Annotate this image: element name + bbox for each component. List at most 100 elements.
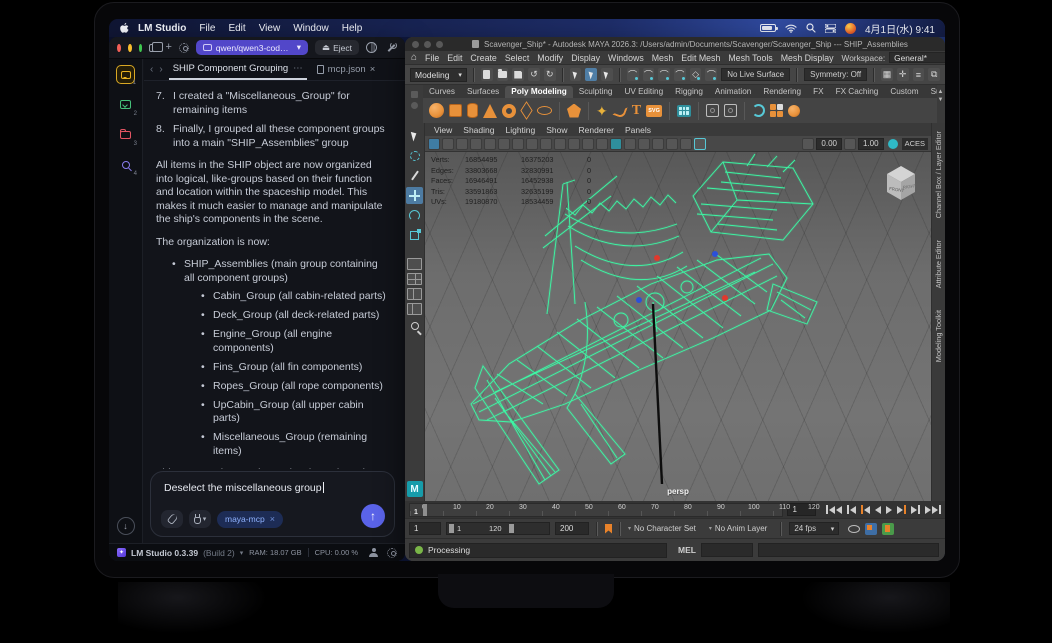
type-tool-icon[interactable]: T [632, 103, 641, 119]
poly-torus-icon[interactable] [502, 103, 516, 118]
viewport-icon-shadows[interactable] [568, 137, 580, 150]
shelf-menu-icon[interactable] [410, 91, 418, 98]
lasso-select-tool[interactable] [406, 147, 423, 164]
render-view-icon[interactable]: ✛ [896, 68, 909, 81]
shelf-tab-substance[interactable]: Substance [925, 86, 937, 98]
windows-stack-icon[interactable] [149, 41, 164, 55]
viewport-icon-select-camera[interactable] [428, 137, 440, 150]
viewport-icon-2d-pan[interactable] [484, 137, 496, 150]
sidebar-item-chat[interactable]: 1 [116, 65, 136, 86]
model-selector[interactable]: qwen/qwen3-coder… ▾ [196, 40, 309, 55]
mel-result-field[interactable] [757, 543, 939, 557]
shelf-options-icon[interactable] [410, 102, 418, 109]
shelf-tab-switcher[interactable] [407, 87, 421, 123]
viewport-icon-motion-blur[interactable] [596, 137, 608, 150]
animation-start-field[interactable]: 1 [409, 522, 441, 535]
tab-more-icon[interactable]: ⋯ [293, 63, 303, 74]
tab-mcp-json[interactable]: mcp.json × [313, 64, 380, 75]
poly-cube-icon[interactable] [449, 104, 462, 117]
plugins-button[interactable]: ▾ [189, 510, 211, 528]
viewport-icon-safe-action[interactable] [666, 137, 678, 150]
new-scene-icon[interactable] [480, 68, 493, 81]
tab-chat-session[interactable]: SHIP Component Grouping ⋯ [168, 59, 307, 80]
tab-attribute-editor[interactable]: Attribute Editor [934, 240, 943, 288]
super-shape-icon[interactable]: ✦ [596, 104, 608, 118]
viewport-icon-bookmark[interactable] [456, 137, 468, 150]
panel-menu-show[interactable]: Show [546, 125, 567, 135]
menu-display[interactable]: Display [571, 53, 600, 63]
menubar-clock[interactable]: 4月1日(水) 9:41 [865, 21, 935, 36]
sidebar-item-developer[interactable]: 2 [116, 95, 137, 117]
fps-selector[interactable]: 24 fps ▾ [789, 522, 840, 535]
menubar-app-icon[interactable] [844, 22, 856, 34]
chat-input-text[interactable]: Deselect the miscellaneous group [164, 482, 384, 494]
eject-model-button[interactable]: ⏏ Eject [315, 40, 359, 55]
panel-menu-renderer[interactable]: Renderer [579, 125, 614, 135]
step-back-key-button[interactable] [861, 505, 870, 514]
play-backwards-button[interactable] [875, 505, 881, 514]
panel-menu-view[interactable]: View [434, 125, 452, 135]
menu-mesh-display[interactable]: Mesh Display [781, 53, 834, 63]
shelf-tab-custom[interactable]: Custom [884, 86, 924, 98]
battery-icon[interactable] [759, 24, 778, 32]
select-component-icon[interactable] [601, 68, 613, 81]
user-icon[interactable] [369, 548, 378, 557]
save-scene-icon[interactable] [512, 68, 525, 81]
menu-mesh-tools[interactable]: Mesh Tools [728, 53, 772, 63]
settings-gear-icon[interactable] [387, 547, 397, 558]
play-forwards-button[interactable] [886, 505, 892, 514]
menubar-item-edit[interactable]: Edit [228, 23, 245, 34]
menubar-app-name[interactable]: LM Studio [138, 23, 186, 34]
snap-together-icon[interactable] [724, 104, 738, 117]
viewport-icon-grease-pencil[interactable] [498, 137, 510, 150]
snap-plane-icon[interactable]: ◇ [689, 68, 702, 81]
mcp-server-pill[interactable]: maya-mcp × [217, 510, 283, 528]
animation-prefs-icon[interactable] [882, 522, 895, 535]
shelf-tab-sculpting[interactable]: Sculpting [573, 86, 619, 98]
select-tool[interactable] [406, 127, 423, 144]
downloads-button[interactable]: ↓ [116, 517, 135, 535]
snap-point-icon[interactable]: ⌒ [658, 68, 670, 81]
render-settings-icon[interactable]: ▦ [881, 68, 893, 81]
layout-four-pane-button[interactable] [407, 273, 422, 285]
rotate-tool[interactable] [406, 207, 423, 224]
send-button[interactable]: ↑ [361, 504, 385, 528]
menu-mesh[interactable]: Mesh [652, 53, 674, 63]
undo-icon[interactable]: ↺ [528, 68, 540, 81]
panel-menu-shading[interactable]: Shading [463, 125, 494, 135]
animation-end-field[interactable]: 200 [555, 522, 589, 535]
platonic-solid-icon[interactable] [567, 103, 581, 118]
viewport-icon-wireframe[interactable] [512, 137, 524, 150]
poly-cone-icon[interactable] [483, 103, 497, 118]
menubar-item-window[interactable]: Window [293, 23, 329, 34]
construction-grid-icon[interactable] [677, 104, 692, 117]
menubar-item-help[interactable]: Help [342, 23, 363, 34]
shelf-tab-uv-editing[interactable]: UV Editing [618, 86, 669, 98]
menubar-item-view[interactable]: View [259, 23, 281, 34]
poly-disc-icon[interactable] [537, 106, 552, 115]
menu-select[interactable]: Select [505, 53, 529, 63]
spotlight-search-icon[interactable] [806, 23, 816, 33]
shelf-tab-poly-modeling[interactable]: Poly Modeling [505, 86, 573, 98]
menubar-item-file[interactable]: File [199, 23, 215, 34]
wrench-icon[interactable] [386, 42, 397, 53]
shelf-tab-curves[interactable]: Curves [423, 86, 461, 98]
range-start-handle[interactable] [449, 524, 454, 533]
globe-icon[interactable] [366, 42, 377, 53]
tab-channel-box[interactable]: Channel Box / Layer Editor [934, 131, 943, 218]
zoom-tool-icon[interactable] [410, 322, 419, 330]
menu-edit[interactable]: Edit [447, 53, 462, 63]
settings-gear-icon[interactable] [179, 41, 190, 55]
shelf-tab-surfaces[interactable]: Surfaces [461, 86, 505, 98]
open-scene-icon[interactable] [496, 68, 509, 81]
close-window-button[interactable] [117, 43, 121, 52]
home-icon[interactable]: ⌂ [411, 52, 417, 63]
viewport-icon-field-chart[interactable] [624, 137, 636, 150]
poly-sphere-icon[interactable] [429, 103, 444, 118]
step-back-frame-button[interactable] [847, 505, 856, 514]
wifi-icon[interactable] [785, 24, 797, 33]
move-tool[interactable] [406, 187, 423, 204]
shelf-tab-rigging[interactable]: Rigging [669, 86, 709, 98]
paint-select-tool[interactable] [406, 167, 423, 184]
timeline-strip[interactable]: 0 10 20 30 40 50 60 70 80 90 100 110 120 [409, 502, 820, 517]
